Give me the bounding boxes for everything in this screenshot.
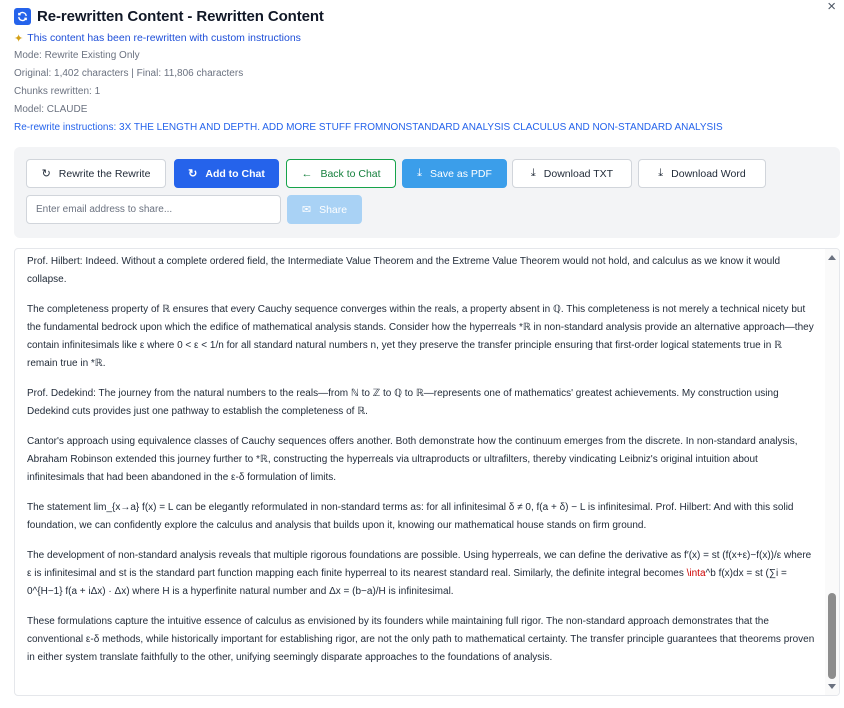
download-icon: ⤓	[530, 167, 536, 179]
rewrite-notice: ✦ This content has been re-rewritten wit…	[14, 31, 824, 45]
content-paragraph: The completeness property of ℝ ensures t…	[27, 304, 814, 369]
refresh-icon: ↻	[188, 168, 198, 180]
save-as-pdf-button[interactable]: ⤓ Save as PDF	[402, 159, 507, 188]
close-button[interactable]: ×	[827, 0, 836, 15]
arrow-left-icon: ←	[301, 167, 313, 180]
notice-text: This content has been re-rewritten with …	[27, 32, 301, 44]
email-share-input[interactable]	[26, 195, 281, 224]
add-to-chat-label: Add to Chat	[205, 167, 265, 180]
save-pdf-label: Save as PDF	[430, 167, 492, 180]
action-toolbar: ↻ Rewrite the Rewrite ↻ Add to Chat ← Ba…	[14, 147, 840, 238]
download-txt-button[interactable]: ⤓ Download TXT	[512, 159, 632, 188]
rewrite-button-label: Rewrite the Rewrite	[58, 167, 151, 180]
add-to-chat-button[interactable]: ↻ Add to Chat	[174, 159, 279, 188]
content-scrollbar[interactable]	[825, 249, 839, 695]
scroll-down-arrow-icon[interactable]	[828, 684, 836, 689]
download-txt-label: Download TXT	[543, 167, 614, 180]
content-paragraph: Prof. Hilbert: Indeed. Without a complet…	[27, 256, 781, 285]
share-button[interactable]: ✉ Share	[287, 195, 362, 224]
rewrite-the-rewrite-button[interactable]: ↻ Rewrite the Rewrite	[26, 159, 166, 188]
scroll-up-arrow-icon[interactable]	[828, 255, 836, 260]
refresh-icon: ↻	[41, 168, 51, 180]
mail-icon: ✉	[301, 204, 312, 216]
content-paragraph: Prof. Dedekind: The journey from the nat…	[27, 388, 779, 417]
back-to-chat-label: Back to Chat	[320, 167, 381, 180]
download-icon: ⤓	[658, 167, 664, 179]
chunks-rewritten: Chunks rewritten: 1	[14, 86, 101, 97]
content-paragraph: Cantor's approach using equivalence clas…	[27, 436, 798, 483]
dialog-title: Re-rewritten Content - Rewritten Content	[37, 7, 324, 25]
content-paragraph: The statement lim_{x→a} f(x) = L can be …	[27, 502, 794, 531]
title-row: Re-rewritten Content - Rewritten Content	[14, 6, 824, 26]
model-text: Model: CLAUDE	[14, 104, 88, 115]
share-label: Share	[319, 203, 348, 216]
dialog-header: Re-rewritten Content - Rewritten Content…	[14, 6, 824, 137]
back-to-chat-button[interactable]: ← Back to Chat	[286, 159, 396, 188]
download-word-button[interactable]: ⤓ Download Word	[638, 159, 766, 188]
rewrite-instructions: Re-rewrite instructions: 3X THE LENGTH A…	[14, 122, 723, 133]
rewritten-content-panel[interactable]: Prof. Hilbert: Indeed. Without a complet…	[14, 248, 840, 696]
scrollbar-thumb[interactable]	[828, 593, 836, 679]
mode-text: Mode: Rewrite Existing Only	[14, 50, 140, 61]
content-paragraph: These formulations capture the intuitive…	[27, 616, 815, 663]
content-paragraph: The development of non-standard analysis…	[27, 547, 815, 601]
sparkle-icon: ✦	[14, 32, 24, 45]
download-icon: ⤓	[417, 167, 422, 179]
rewritten-content: Prof. Hilbert: Indeed. Without a complet…	[27, 253, 815, 679]
math-render-error: \inta	[686, 568, 706, 579]
character-counts: Original: 1,402 characters | Final: 11,8…	[14, 68, 244, 79]
download-word-label: Download Word	[671, 167, 746, 180]
refresh-icon	[14, 7, 31, 25]
